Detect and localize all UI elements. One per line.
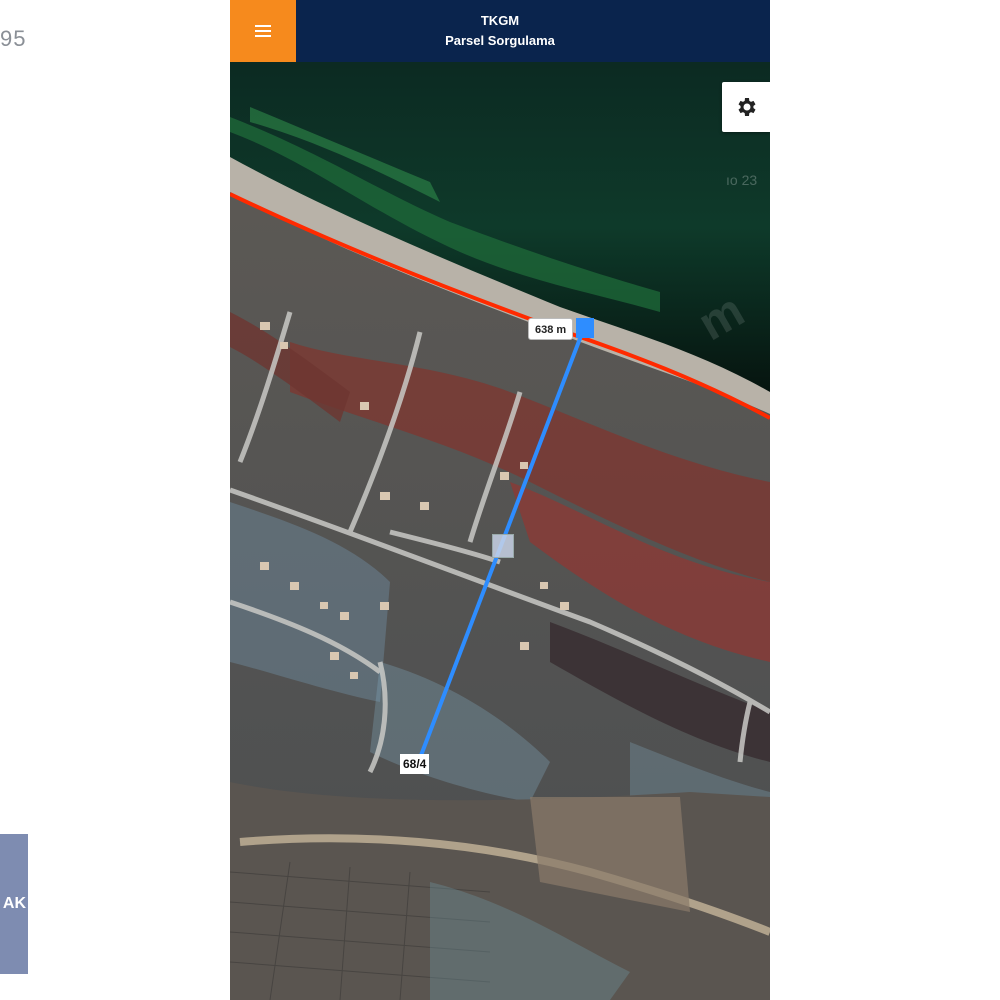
app-header: TKGM Parsel Sorgulama	[230, 0, 770, 62]
side-button-label: AK	[2, 895, 26, 912]
app-title: TKGM	[480, 13, 520, 28]
partial-side-button[interactable]: AK	[0, 834, 28, 974]
hamburger-icon	[255, 25, 271, 37]
measure-end-handle[interactable]	[576, 318, 594, 338]
measure-mid-handle[interactable]	[492, 534, 514, 558]
phone-screen: m ıo 23 638 m 68/4 TKGM Parsel Sorgulama	[230, 0, 770, 1000]
partial-number-text: 95	[0, 26, 27, 51]
map-faint-text: ıo 23	[726, 172, 758, 188]
gear-icon	[738, 98, 756, 116]
parcel-number-label[interactable]: 68/4	[400, 754, 430, 774]
menu-button[interactable]	[230, 0, 296, 62]
satellite-map[interactable]	[230, 62, 770, 1000]
settings-button[interactable]	[722, 82, 770, 132]
distance-label: 638 m	[528, 318, 574, 340]
app-subtitle: Parsel Sorgulama	[445, 33, 555, 48]
